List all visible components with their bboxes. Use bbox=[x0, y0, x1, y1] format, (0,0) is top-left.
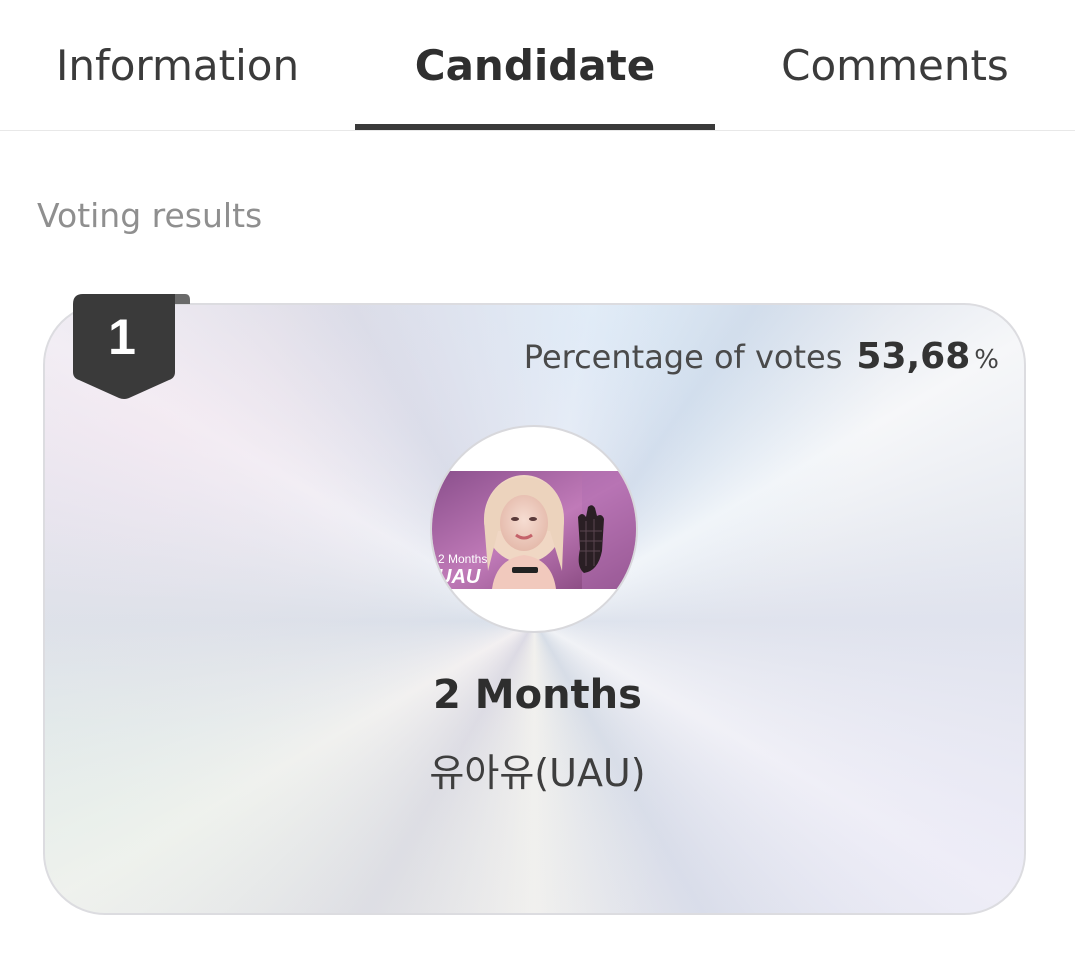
section-label: Voting results bbox=[37, 196, 263, 235]
tab-candidate[interactable]: Candidate bbox=[355, 0, 715, 130]
votes-label: Percentage of votes bbox=[523, 338, 843, 376]
votes-value: 53,68 bbox=[856, 336, 971, 377]
song-title: 2 Months bbox=[433, 672, 642, 718]
tab-comments[interactable]: Comments bbox=[715, 0, 1075, 130]
rank-number: 1 bbox=[108, 309, 136, 365]
artist-name: 유아유(UAU) bbox=[429, 751, 646, 795]
thumbnail-caption-small: 2 Months bbox=[438, 552, 487, 566]
thumbnail-caption-large: UAU bbox=[437, 566, 481, 588]
candidate-thumbnail[interactable]: 2 Months UAU bbox=[430, 425, 638, 633]
tab-bar: Information Candidate Comments bbox=[0, 0, 1075, 131]
rank-badge: 1 bbox=[73, 294, 190, 400]
thumbnail-image: 2 Months UAU bbox=[432, 471, 636, 589]
votes-unit: % bbox=[974, 345, 999, 375]
active-tab-indicator bbox=[355, 124, 715, 130]
vote-percentage: Percentage of votes 53,68 % bbox=[524, 336, 999, 377]
voting-results-page: Information Candidate Comments Voting re… bbox=[0, 0, 1075, 954]
tab-information[interactable]: Information bbox=[0, 0, 355, 130]
